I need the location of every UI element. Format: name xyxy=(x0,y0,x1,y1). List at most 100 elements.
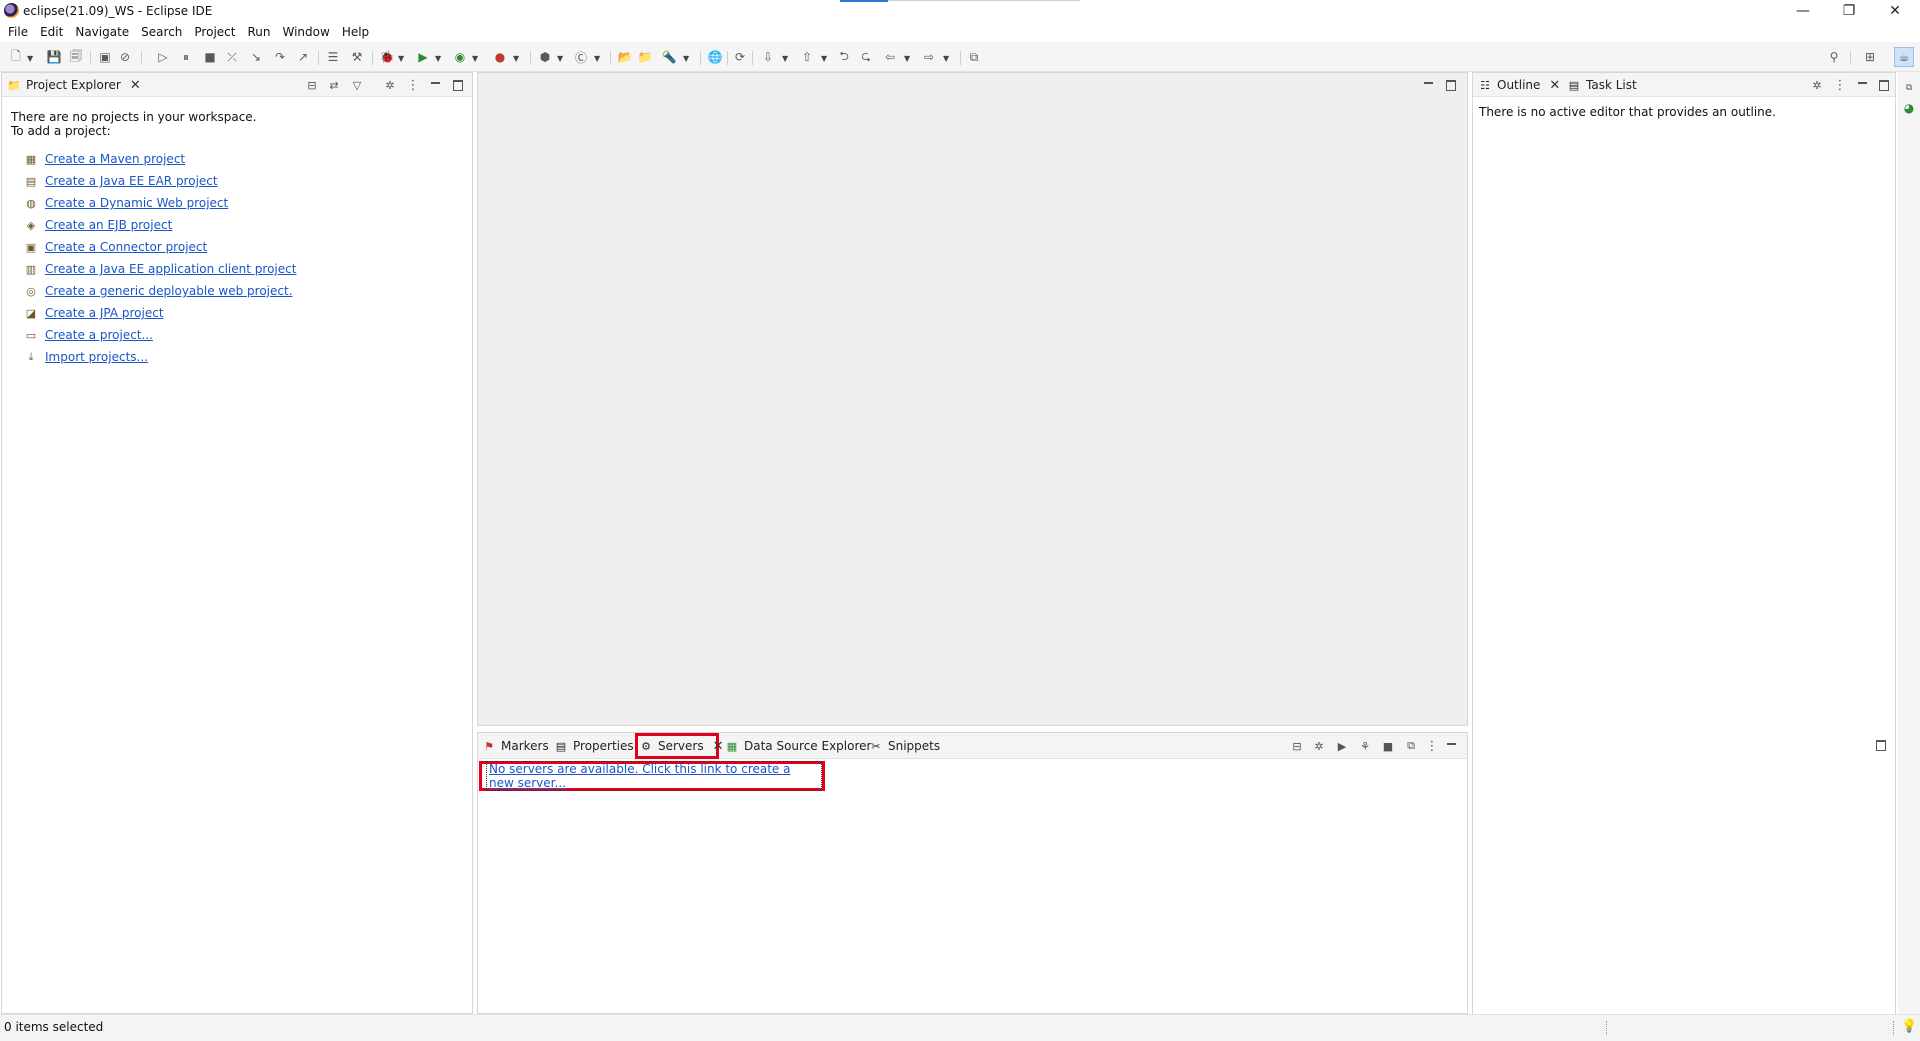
restore-button[interactable]: ❐ xyxy=(1826,0,1872,22)
create-ejb-project-link[interactable]: Create an EJB project xyxy=(45,218,172,232)
maximize-icon[interactable] xyxy=(1876,77,1892,93)
debug-dropdown-icon[interactable]: ▼ xyxy=(398,54,404,63)
filter-icon[interactable]: ▽ xyxy=(349,77,365,93)
prev-annotation-icon[interactable]: ⇧ xyxy=(799,49,815,65)
menu-search[interactable]: Search xyxy=(135,25,188,39)
menu-run[interactable]: Run xyxy=(241,25,276,39)
create-connector-project-link[interactable]: Create a Connector project xyxy=(45,240,207,254)
create-maven-project-link[interactable]: Create a Maven project xyxy=(45,152,185,166)
menu-window[interactable]: Window xyxy=(276,25,335,39)
tab-project-explorer[interactable]: 📁 Project Explorer ✕ xyxy=(7,73,141,97)
menu-file[interactable]: File xyxy=(2,25,34,39)
disconnect-icon[interactable]: ⤫ xyxy=(224,49,240,65)
search-icon[interactable]: ⚲ xyxy=(1826,49,1842,65)
create-new-server-link[interactable]: No servers are available. Click this lin… xyxy=(486,761,822,791)
close-icon[interactable]: ✕ xyxy=(130,78,141,93)
tab-servers[interactable]: ⚙ Servers ✕ xyxy=(639,733,724,759)
forward-icon[interactable]: ⇨ xyxy=(921,49,937,65)
search-flashlight-icon[interactable]: 🔦 xyxy=(661,49,677,65)
step-into-icon[interactable]: ↘ xyxy=(248,49,264,65)
create-jpa-project-link[interactable]: Create a JPA project xyxy=(45,306,164,320)
collapse-all-icon[interactable]: ⊟ xyxy=(1289,738,1305,754)
collapse-all-icon[interactable]: ⊟ xyxy=(304,77,320,93)
tab-data-source-explorer[interactable]: ▦ Data Source Explorer xyxy=(725,733,872,759)
save-all-icon[interactable]: 🗐 xyxy=(68,49,84,65)
new-icon[interactable]: 🗋 xyxy=(8,49,24,65)
search-tool-icon[interactable]: ⚒ xyxy=(349,49,365,65)
minimize-icon[interactable] xyxy=(1854,77,1870,93)
create-dynamic-web-project-link[interactable]: Create a Dynamic Web project xyxy=(45,196,228,210)
debug-icon[interactable]: 🐞 xyxy=(379,49,395,65)
coverage-dropdown-icon[interactable]: ▼ xyxy=(472,54,478,63)
maximize-icon[interactable] xyxy=(1443,77,1459,93)
run-coverage-icon[interactable]: ◉ xyxy=(452,49,468,65)
java-ee-perspective-icon[interactable]: ☕ xyxy=(1894,47,1914,67)
tab-snippets[interactable]: ✂ Snippets xyxy=(869,733,940,759)
minimize-button[interactable]: — xyxy=(1780,0,1826,22)
new-server-dropdown-icon[interactable]: ▼ xyxy=(557,54,563,63)
run-icon[interactable]: ▶ xyxy=(415,49,431,65)
external-tools-icon[interactable]: ● xyxy=(492,49,508,65)
pin-editor-icon[interactable]: ⧉ xyxy=(966,49,982,65)
minimize-icon[interactable] xyxy=(427,77,443,93)
back-dropdown-icon[interactable]: ▼ xyxy=(904,54,910,63)
maximize-icon[interactable] xyxy=(450,77,466,93)
open-console-icon[interactable]: ☰ xyxy=(325,49,341,65)
menu-help[interactable]: Help xyxy=(336,25,375,39)
close-icon[interactable]: ✕ xyxy=(713,739,724,754)
next-annotation-dropdown-icon[interactable]: ▼ xyxy=(782,54,788,63)
new-class-dropdown-icon[interactable]: ▼ xyxy=(594,54,600,63)
new-server-icon[interactable]: ⬢ xyxy=(537,49,553,65)
create-project-link[interactable]: Create a project... xyxy=(45,328,153,342)
minimize-icon[interactable] xyxy=(1443,738,1459,754)
forward-dropdown-icon[interactable]: ▼ xyxy=(943,54,949,63)
tab-markers[interactable]: ⚑ Markers xyxy=(482,733,549,759)
create-app-client-project-link[interactable]: Create a Java EE application client proj… xyxy=(45,262,296,276)
menu-project[interactable]: Project xyxy=(188,25,241,39)
focus-icon[interactable]: ✲ xyxy=(1809,77,1825,93)
tab-properties[interactable]: ▤ Properties xyxy=(554,733,634,759)
resume-icon[interactable]: ▷ xyxy=(155,49,171,65)
last-edit-icon[interactable]: ⮌ xyxy=(836,49,852,65)
view-menu-icon[interactable]: ⋮ xyxy=(1832,77,1848,93)
new-class-icon[interactable]: Ⓒ xyxy=(573,49,589,65)
menu-edit[interactable]: Edit xyxy=(34,25,69,39)
view-menu-icon[interactable]: ⋮ xyxy=(1424,738,1440,754)
stop-server-icon[interactable]: ■ xyxy=(1380,738,1396,754)
skip-breakpoints-icon[interactable]: ⊘ xyxy=(117,49,133,65)
publish-icon[interactable]: ⧉ xyxy=(1403,738,1419,754)
back-icon[interactable]: ⇦ xyxy=(882,49,898,65)
suspend-icon[interactable]: ⏸ xyxy=(178,49,194,65)
lightbulb-icon[interactable]: 💡 xyxy=(1901,1019,1917,1034)
search-dropdown-icon[interactable]: ▼ xyxy=(683,54,689,63)
open-type-icon[interactable]: 📂 xyxy=(617,49,633,65)
create-generic-web-project-link[interactable]: Create a generic deployable web project. xyxy=(45,284,293,298)
maximize-icon[interactable] xyxy=(1873,737,1889,753)
open-perspective-icon[interactable]: ⊞ xyxy=(1862,49,1878,65)
import-projects-link[interactable]: Import projects... xyxy=(45,350,148,364)
step-return-icon[interactable]: ↗ xyxy=(295,49,311,65)
link-with-editor-icon[interactable]: ⇄ xyxy=(326,77,342,93)
web-services-icon[interactable]: ⟳ xyxy=(732,49,748,65)
terminal-icon[interactable]: ▣ xyxy=(97,49,113,65)
tab-outline[interactable]: ☷ Outline ✕ xyxy=(1478,73,1560,97)
close-window-button[interactable]: ✕ xyxy=(1872,0,1918,22)
prev-annotation-dropdown-icon[interactable]: ▼ xyxy=(821,54,827,63)
open-task-icon[interactable]: 📁 xyxy=(637,49,653,65)
profile-server-icon[interactable]: ⚘ xyxy=(1357,738,1373,754)
menu-navigate[interactable]: Navigate xyxy=(69,25,135,39)
create-ear-project-link[interactable]: Create a Java EE EAR project xyxy=(45,174,218,188)
view-menu-icon[interactable]: ⋮ xyxy=(405,77,421,93)
browser-icon[interactable]: 🌐 xyxy=(707,49,723,65)
restore-icon[interactable]: ⧉ xyxy=(1901,80,1917,96)
start-server-icon[interactable]: ▶ xyxy=(1334,738,1350,754)
run-dropdown-icon[interactable]: ▼ xyxy=(435,54,441,63)
save-icon[interactable]: 💾 xyxy=(46,49,62,65)
step-over-icon[interactable]: ↷ xyxy=(272,49,288,65)
external-tools-dropdown-icon[interactable]: ▼ xyxy=(513,54,519,63)
focus-icon[interactable]: ✲ xyxy=(382,77,398,93)
next-annotation-icon[interactable]: ⇩ xyxy=(760,49,776,65)
close-icon[interactable]: ✕ xyxy=(1549,78,1560,93)
minimize-icon[interactable] xyxy=(1420,77,1436,93)
debug-server-icon[interactable]: ✲ xyxy=(1311,738,1327,754)
